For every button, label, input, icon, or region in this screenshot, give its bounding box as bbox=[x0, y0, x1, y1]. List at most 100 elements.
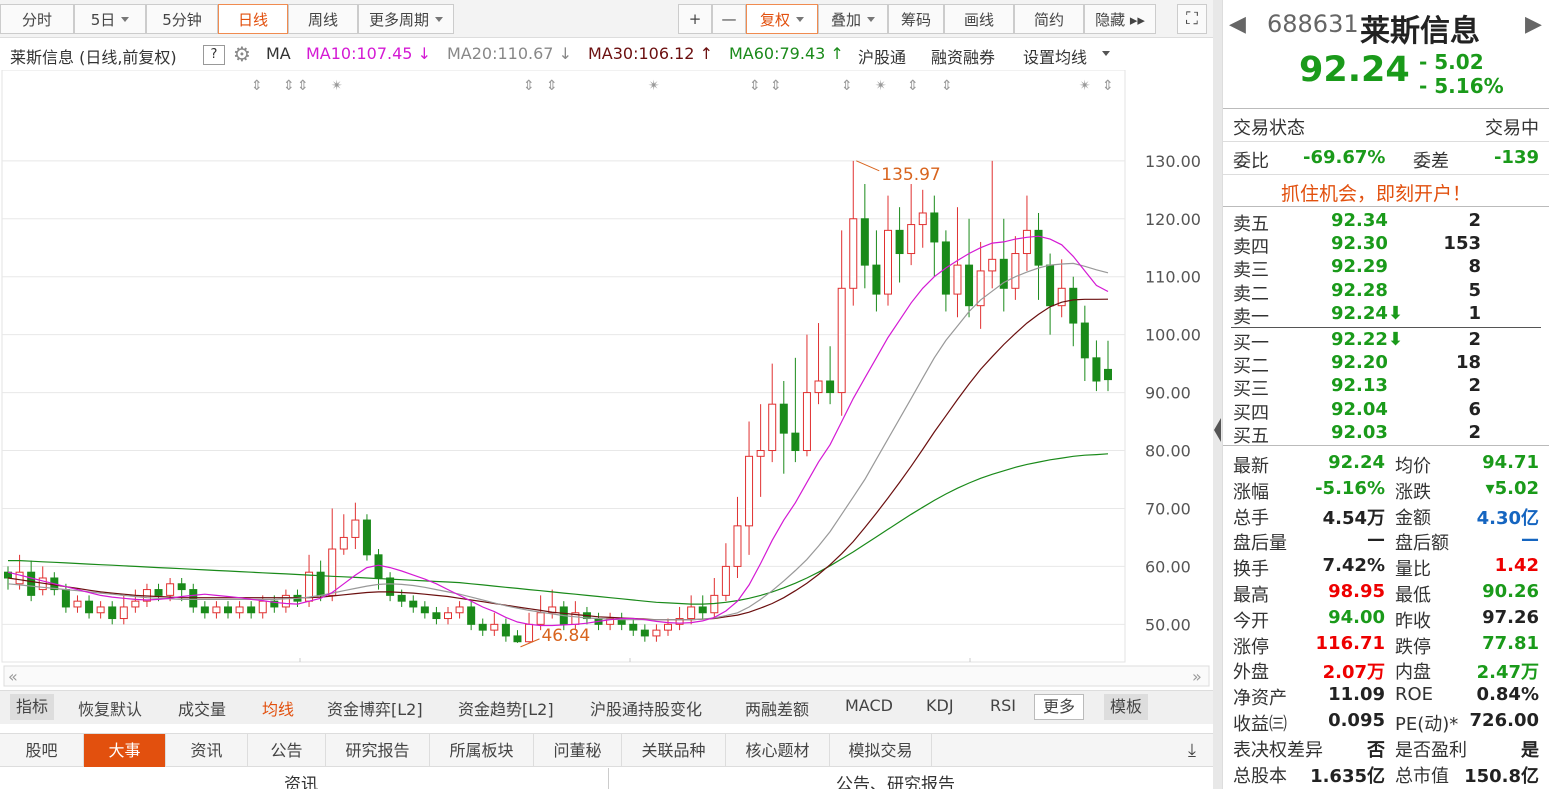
indicator-2[interactable]: 成交量 bbox=[178, 696, 226, 720]
link-rzrq[interactable]: 融资融券 bbox=[931, 44, 995, 68]
promo-link[interactable]: 抓住机会，即刻开户！ bbox=[1281, 179, 1471, 206]
candle-body bbox=[154, 589, 163, 596]
candle-body bbox=[687, 606, 696, 620]
download-icon[interactable]: ⤓ bbox=[1178, 734, 1206, 767]
indicator-9[interactable]: KDJ bbox=[926, 696, 954, 715]
toolbar-button-0[interactable]: + bbox=[678, 4, 712, 34]
stat-value: 4.30亿 bbox=[1476, 507, 1539, 529]
prev-stock-icon[interactable]: ◀ bbox=[1229, 12, 1246, 37]
stat-value: 116.71 bbox=[1315, 632, 1385, 654]
info-tab-9[interactable]: 模拟交易 bbox=[830, 734, 932, 767]
indicator-3[interactable]: 均线 bbox=[262, 696, 294, 720]
bid-volume: 2 bbox=[1468, 375, 1481, 397]
period-tab-5[interactable]: 更多周期 bbox=[358, 4, 454, 34]
event-marker-icon[interactable]: ✴ bbox=[875, 78, 887, 94]
ask-volume: 2 bbox=[1468, 210, 1481, 231]
period-tab-0[interactable]: 分时 bbox=[0, 4, 74, 34]
event-marker-icon[interactable]: ⇕ bbox=[841, 78, 853, 94]
event-marker-icon[interactable]: ⇕ bbox=[770, 78, 782, 94]
info-tabs: 股吧 大事 资讯 公告 研究报告 所属板块 问董秘 关联品种 核心题材 模拟交易 ⤓ bbox=[0, 733, 1213, 767]
event-marker-icon[interactable]: ⇕ bbox=[546, 78, 558, 94]
candle-body bbox=[918, 212, 927, 226]
event-marker-icon[interactable]: ⇕ bbox=[1102, 78, 1114, 94]
toolbar-button-3[interactable]: 叠加 bbox=[818, 4, 888, 34]
info-tab-5[interactable]: 所属板块 bbox=[430, 734, 534, 767]
indicator-11[interactable]: 更多 bbox=[1034, 694, 1085, 720]
candle-body bbox=[166, 583, 175, 596]
stat-value: 7.42% bbox=[1322, 555, 1385, 577]
event-marker-icon[interactable]: ⇕ bbox=[523, 78, 535, 94]
gear-icon[interactable]: ⚙ bbox=[233, 42, 251, 66]
link-hgt[interactable]: 沪股通 bbox=[858, 44, 906, 68]
indicator-1[interactable]: 恢复默认 bbox=[78, 696, 142, 720]
candle-body bbox=[490, 623, 499, 631]
indicator-0[interactable]: 指标 bbox=[10, 694, 55, 720]
toolbar-button-7[interactable]: 隐藏 ▸▸ bbox=[1084, 4, 1156, 34]
toolbar-button-1[interactable]: — bbox=[712, 4, 746, 34]
candle-body bbox=[721, 565, 730, 596]
candle-body bbox=[664, 623, 672, 631]
stock-name: 莱斯信息 bbox=[1360, 14, 1480, 49]
period-tab-1[interactable]: 5日 bbox=[74, 4, 146, 34]
scroll-left-icon[interactable]: « bbox=[8, 667, 18, 686]
indicator-12[interactable]: 模板 bbox=[1104, 694, 1149, 720]
event-marker-icon[interactable]: ✴ bbox=[648, 78, 660, 94]
ask-volume: 5 bbox=[1468, 279, 1481, 301]
help-icon[interactable]: ? bbox=[203, 45, 225, 65]
ask-price: 92.30 bbox=[1331, 233, 1388, 255]
info-tab-8[interactable]: 核心题材 bbox=[726, 734, 830, 767]
indicator-5[interactable]: 资金趋势[L2] bbox=[458, 696, 554, 720]
period-tab-3[interactable]: 日线 bbox=[218, 4, 288, 34]
stock-code: 688631 bbox=[1267, 10, 1359, 38]
event-marker-icon[interactable]: ⇕ bbox=[297, 78, 309, 94]
chart-scrollbar[interactable] bbox=[3, 665, 1210, 687]
bid-price: 92.03 bbox=[1331, 421, 1388, 443]
event-marker-icon[interactable]: ⇕ bbox=[749, 78, 761, 94]
indicator-row: 指标 恢复默认 成交量 均线 资金博弈[L2] 资金趋势[L2] 沪股通持股变化 两融差额 MA… bbox=[0, 690, 1213, 724]
indicator-6[interactable]: 沪股通持股变化 bbox=[590, 696, 702, 720]
info-tab-7[interactable]: 关联品种 bbox=[622, 734, 726, 767]
indicator-4[interactable]: 资金博弈[L2] bbox=[327, 696, 423, 720]
stat-label: 收益㈢ bbox=[1233, 714, 1287, 735]
event-marker-icon[interactable]: ⇕ bbox=[283, 78, 295, 94]
candle-body bbox=[1034, 229, 1043, 266]
toolbar-button-4[interactable]: 筹码 bbox=[888, 4, 944, 34]
scroll-right-icon[interactable]: » bbox=[1192, 667, 1202, 686]
collapse-arrow-icon[interactable] bbox=[1214, 418, 1221, 442]
indicator-8[interactable]: MACD bbox=[845, 696, 893, 715]
indicator-10[interactable]: RSI bbox=[990, 696, 1016, 715]
stat-value: 77.81 bbox=[1482, 632, 1539, 654]
event-marker-icon[interactable]: ⇕ bbox=[941, 78, 953, 94]
info-tab-2[interactable]: 资讯 bbox=[166, 734, 248, 767]
bid-price: 92.20 bbox=[1331, 352, 1388, 374]
toolbar-button-5[interactable]: 画线 bbox=[944, 4, 1014, 34]
event-marker-icon[interactable]: ✴ bbox=[331, 78, 343, 94]
period-toolbar: 分时 5日 5分钟 日线 周线 更多周期 + — 复权 叠加 筹码 画线 简约 隐藏 ▸▸ ⛶ bbox=[0, 0, 1213, 38]
candle-body bbox=[27, 571, 36, 596]
toolbar-button-2[interactable]: 复权 bbox=[746, 4, 818, 34]
toolbar-button-6[interactable]: 简约 bbox=[1014, 4, 1084, 34]
bid-label: 买一 bbox=[1233, 333, 1269, 354]
set-ma-dropdown-icon[interactable] bbox=[1102, 51, 1110, 56]
info-tab-4[interactable]: 研究报告 bbox=[326, 734, 430, 767]
period-tab-2[interactable]: 5分钟 bbox=[146, 4, 218, 34]
info-tab-6[interactable]: 问董秘 bbox=[534, 734, 622, 767]
kline-chart[interactable]: 130.00 120.00 110.00 100.00 90.00 80.00 70.00 6… bbox=[0, 70, 1213, 690]
info-tab-1[interactable]: 大事 bbox=[84, 734, 166, 767]
event-marker-icon[interactable]: ✴ bbox=[1079, 78, 1091, 94]
indicator-7[interactable]: 两融差额 bbox=[745, 696, 809, 720]
next-stock-icon[interactable]: ▶ bbox=[1525, 12, 1542, 37]
ask-price: 92.28 bbox=[1331, 279, 1388, 301]
period-tab-4[interactable]: 周线 bbox=[288, 4, 358, 34]
candle-body bbox=[860, 218, 869, 266]
candle-body bbox=[478, 623, 487, 631]
info-tab-3[interactable]: 公告 bbox=[248, 734, 326, 767]
stat-value: 90.26 bbox=[1482, 581, 1539, 602]
info-tab-0[interactable]: 股吧 bbox=[0, 734, 84, 767]
candle-body bbox=[1046, 264, 1055, 307]
expand-icon[interactable]: ⛶ bbox=[1177, 4, 1207, 34]
event-marker-icon[interactable]: ⇕ bbox=[907, 78, 919, 94]
event-marker-icon[interactable]: ⇕ bbox=[251, 78, 263, 94]
panel-splitter[interactable] bbox=[1213, 0, 1222, 789]
link-set-ma[interactable]: 设置均线 bbox=[1023, 44, 1087, 68]
